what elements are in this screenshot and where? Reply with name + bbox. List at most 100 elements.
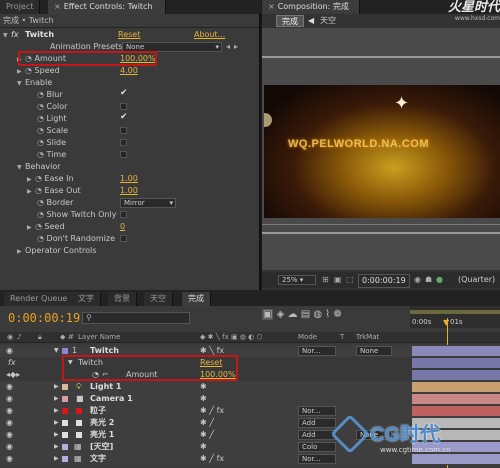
mode-select[interactable]: Colo (298, 442, 336, 452)
slide-checkbox[interactable] (120, 139, 127, 146)
layer-label-color[interactable] (62, 348, 68, 354)
prop-speed[interactable]: ▶ ◔ Speed (17, 65, 259, 77)
tab-bg-comp[interactable]: 背景 (108, 292, 137, 306)
blur-checkbox[interactable]: ✔ (120, 88, 128, 98)
channel-icon[interactable]: ● (436, 275, 443, 284)
dont-randomize-checkbox[interactable] (120, 235, 127, 242)
preset-next-icon[interactable]: ▸ (234, 42, 238, 51)
stopwatch-icon[interactable]: ◔ (37, 197, 44, 209)
stopwatch-icon[interactable]: ◔ (37, 89, 44, 101)
layer-label-color[interactable] (62, 408, 68, 414)
expand-triangle-icon[interactable]: ▶ (54, 405, 59, 417)
transparency-grid-icon[interactable]: ▣ (334, 275, 342, 284)
light-checkbox[interactable]: ✔ (120, 112, 128, 122)
tab-composition[interactable]: × Composition: 完成 (262, 0, 360, 14)
tab-sky-comp[interactable]: 天空 (144, 292, 173, 306)
current-time-display[interactable]: 0:00:00:19 (8, 311, 80, 325)
visibility-eye-icon[interactable]: ◉ (6, 453, 13, 465)
group-operator-controls[interactable]: ▶ Operator Controls (17, 245, 259, 257)
layer-row[interactable]: ◉ ▶ 粒子 ✱ ╱ fx Nor... (0, 405, 500, 417)
mode-select[interactable]: Add (298, 430, 336, 440)
zoom-select[interactable]: 25% ▾ (278, 275, 316, 285)
stopwatch-icon[interactable]: ◔ (37, 137, 44, 149)
visibility-eye-icon[interactable]: ◉ (6, 417, 13, 429)
fx-icon[interactable]: fx (11, 29, 19, 41)
preset-prev-icon[interactable]: ◂ (226, 42, 230, 51)
seed-value[interactable]: 0 (120, 221, 125, 233)
expand-triangle-icon[interactable]: ▶ (17, 246, 25, 258)
visibility-eye-icon[interactable]: ◉ (6, 381, 13, 393)
mode-header[interactable]: Mode (298, 332, 317, 343)
fx-icon[interactable]: fx (8, 357, 16, 369)
switches-icon[interactable]: ✱ ╱ (200, 429, 214, 441)
playhead-handle-icon[interactable]: ▼ (443, 318, 449, 327)
stopwatch-icon[interactable]: ◔ (37, 233, 44, 245)
expand-triangle-icon[interactable]: ▶ (27, 222, 35, 234)
collapse-triangle-icon[interactable]: ▼ (17, 78, 25, 90)
layer-label-color[interactable] (62, 420, 68, 426)
tab-effect-controls[interactable]: × Effect Controls: Twitch (48, 0, 166, 14)
switches-icon[interactable]: ✱ (200, 381, 207, 393)
time-checkbox[interactable] (120, 151, 127, 158)
visibility-eye-icon[interactable]: ◉ (6, 345, 13, 357)
tab-project[interactable]: Project (0, 0, 41, 14)
switches-icon[interactable]: ✱ ╱ fx (200, 405, 224, 417)
comp-mini-flowchart-icon[interactable]: ▣ (262, 309, 274, 320)
stopwatch-icon[interactable]: ◔ (37, 149, 44, 161)
graph-editor-icon[interactable]: ⌇ (325, 309, 330, 320)
collapse-triangle-icon[interactable]: ▼ (54, 345, 59, 357)
stopwatch-icon[interactable]: ◔ (35, 173, 42, 185)
mode-select[interactable]: Nor... (298, 406, 336, 416)
quality-select[interactable]: (Quarter) (458, 275, 495, 285)
layer-label-color[interactable] (62, 456, 68, 462)
switches-icon[interactable]: ✱ (200, 393, 207, 405)
tab-render-queue[interactable]: Render Queue (4, 292, 75, 306)
snapshot-icon[interactable]: ◉ (414, 275, 421, 284)
expand-triangle-icon[interactable]: ▶ (54, 381, 59, 393)
expand-triangle-icon[interactable]: ▶ (27, 186, 35, 198)
show-twitch-only-checkbox[interactable] (120, 211, 127, 218)
mode-select[interactable]: Nor... (298, 454, 336, 464)
stopwatch-icon[interactable]: ◔ (25, 65, 32, 77)
stopwatch-icon[interactable]: ◔ (37, 125, 44, 137)
viewer-time[interactable]: 0:00:00:19 (358, 274, 410, 288)
stopwatch-icon[interactable]: ◔ (35, 221, 42, 233)
comp-subtab[interactable]: 天空 (320, 15, 336, 27)
mode-select[interactable]: Nor... (298, 346, 336, 356)
expand-triangle-icon[interactable]: ▶ (54, 417, 59, 429)
layer-duration-bar[interactable] (412, 346, 500, 356)
mode-select[interactable]: Add (298, 418, 336, 428)
show-snapshot-icon[interactable]: ☗ (425, 275, 432, 284)
tab-final-comp[interactable]: 完成 (182, 292, 211, 306)
layer-label-color[interactable] (62, 444, 68, 450)
switches-icon[interactable]: ✱ (200, 441, 207, 453)
close-icon[interactable]: × (268, 0, 275, 14)
switches-icon[interactable]: ✱ ╱ fx (200, 453, 224, 465)
visibility-eye-icon[interactable]: ◉ (6, 441, 13, 453)
expand-triangle-icon[interactable]: ▶ (54, 393, 59, 405)
layer-duration-bar[interactable] (412, 406, 500, 416)
layer-row[interactable]: ◉ ▶ ■ Camera 1 ✱ (0, 393, 500, 405)
trkmat-header[interactable]: TrkMat (356, 332, 379, 343)
expand-triangle-icon[interactable]: ▶ (54, 453, 59, 465)
layer-duration-bar[interactable] (412, 382, 500, 392)
resize-icon[interactable]: ⬚ (346, 275, 354, 284)
frame-blend-icon[interactable]: ▤ (301, 309, 310, 320)
keyframe-nav-icon[interactable]: ◂◆▸ (6, 369, 20, 381)
brainstorm-icon[interactable]: ❁ (333, 309, 341, 320)
draft-3d-icon[interactable]: ◈ (277, 309, 285, 320)
layer-duration-bar[interactable] (412, 394, 500, 404)
layer-label-color[interactable] (62, 432, 68, 438)
stopwatch-icon[interactable]: ◔ (37, 101, 44, 113)
group-enable[interactable]: ▼ Enable (17, 77, 259, 89)
reset-link[interactable]: Reset (118, 29, 140, 41)
expand-triangle-icon[interactable]: ▶ (54, 441, 59, 453)
search-input[interactable]: ⚲ (82, 312, 190, 324)
stopwatch-icon[interactable]: ◔ (35, 185, 42, 197)
timeline-ruler[interactable]: 0:00s 01s (410, 306, 500, 328)
t-header[interactable]: T (340, 332, 344, 343)
switches-icon[interactable]: ✱ ╱ (200, 417, 214, 429)
visibility-eye-icon[interactable]: ◉ (6, 393, 13, 405)
ease-in-value[interactable]: 1.00 (120, 173, 138, 185)
color-checkbox[interactable] (120, 103, 127, 110)
